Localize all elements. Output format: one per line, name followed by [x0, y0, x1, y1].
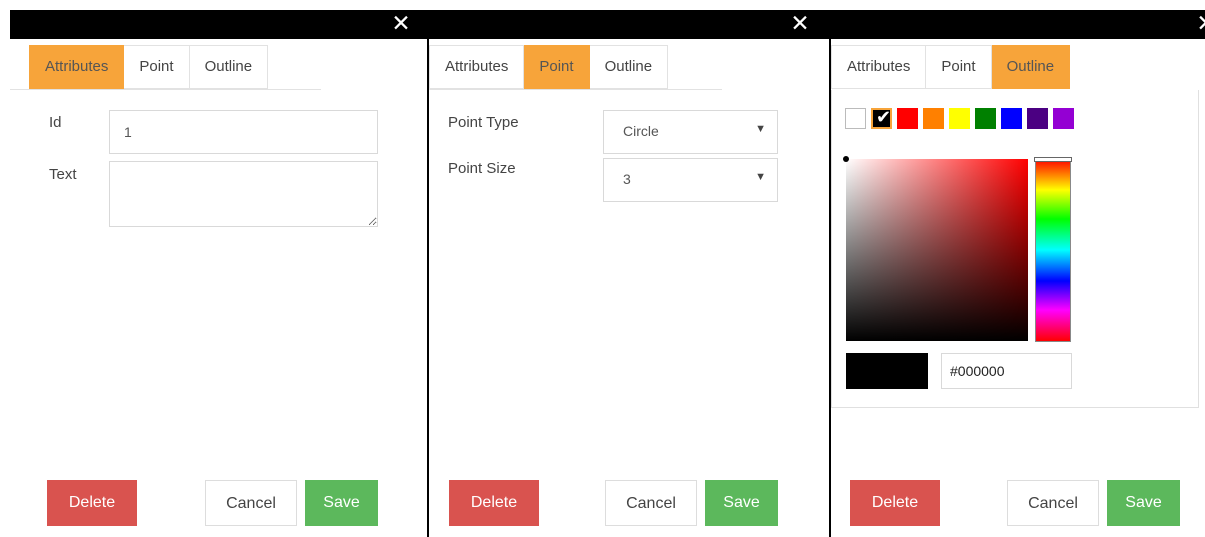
dialog-titlebar: ✕	[10, 10, 427, 39]
point-type-select[interactable]: Circle ▼	[603, 110, 778, 154]
close-icon[interactable]: ✕	[390, 11, 412, 37]
tab-outline[interactable]: Outline	[189, 45, 269, 89]
color-swatch[interactable]	[1053, 108, 1074, 129]
cancel-button[interactable]: Cancel	[1007, 480, 1099, 526]
dialog-attributes: ✕ Attributes Point Outline Id Text Delet…	[10, 10, 427, 537]
dialog-titlebar: ✕	[429, 10, 829, 39]
tab-outline[interactable]: Outline	[589, 45, 669, 89]
tab-bar: Attributes Point Outline	[429, 45, 669, 89]
tab-point[interactable]: Point	[124, 45, 190, 89]
color-swatch[interactable]	[975, 108, 996, 129]
chevron-down-icon: ▼	[755, 123, 766, 135]
color-swatch[interactable]	[845, 108, 866, 129]
point-size-select[interactable]: 3 ▼	[603, 158, 778, 202]
tab-attributes[interactable]: Attributes	[29, 45, 125, 89]
color-swatch[interactable]	[897, 108, 918, 129]
color-swatch[interactable]	[923, 108, 944, 129]
id-label: Id	[49, 114, 62, 131]
dialog-titlebar: ✕	[831, 10, 1205, 39]
tab-bar: Attributes Point Outline	[29, 45, 269, 89]
point-type-value: Circle	[623, 123, 659, 139]
color-swatch[interactable]	[1027, 108, 1048, 129]
color-pointer[interactable]	[843, 156, 849, 162]
save-button[interactable]: Save	[1107, 480, 1180, 526]
saturation-value-area[interactable]	[843, 156, 1028, 341]
close-icon[interactable]: ✕	[789, 11, 811, 37]
top-strip	[0, 0, 1205, 10]
checkmark-icon: ✔	[875, 107, 892, 128]
tab-attributes[interactable]: Attributes	[429, 45, 525, 89]
save-button[interactable]: Save	[705, 480, 778, 526]
tab-underline	[10, 89, 321, 90]
point-type-label: Point Type	[448, 114, 519, 131]
cancel-button[interactable]: Cancel	[605, 480, 697, 526]
tab-attributes[interactable]: Attributes	[831, 45, 927, 89]
delete-button[interactable]: Delete	[47, 480, 137, 526]
tab-point[interactable]: Point	[926, 45, 992, 89]
hex-color-input[interactable]	[941, 353, 1072, 389]
id-input[interactable]	[109, 110, 378, 154]
dialog-outline: ✕ Attributes Point Outline ✔ Delete Canc…	[831, 10, 1205, 537]
delete-button[interactable]: Delete	[449, 480, 539, 526]
delete-button[interactable]: Delete	[850, 480, 940, 526]
point-size-label: Point Size	[448, 160, 516, 177]
color-preview	[846, 353, 928, 389]
hue-slider-handle[interactable]	[1034, 157, 1072, 162]
color-swatch[interactable]	[949, 108, 970, 129]
color-swatch[interactable]	[1001, 108, 1022, 129]
tab-bar: Attributes Point Outline	[831, 45, 1071, 89]
text-textarea[interactable]	[109, 161, 378, 227]
tab-underline	[429, 89, 722, 90]
dialog-point: ✕ Attributes Point Outline Point Type Ci…	[429, 10, 829, 537]
color-swatch[interactable]: ✔	[871, 107, 892, 129]
tab-outline[interactable]: Outline	[991, 45, 1071, 89]
save-button[interactable]: Save	[305, 480, 378, 526]
hue-slider[interactable]	[1034, 157, 1072, 342]
point-size-value: 3	[623, 171, 631, 187]
tab-point[interactable]: Point	[524, 45, 590, 89]
chevron-down-icon: ▼	[755, 171, 766, 183]
cancel-button[interactable]: Cancel	[205, 480, 297, 526]
close-icon[interactable]: ✕	[1195, 11, 1205, 37]
text-label: Text	[49, 166, 77, 183]
